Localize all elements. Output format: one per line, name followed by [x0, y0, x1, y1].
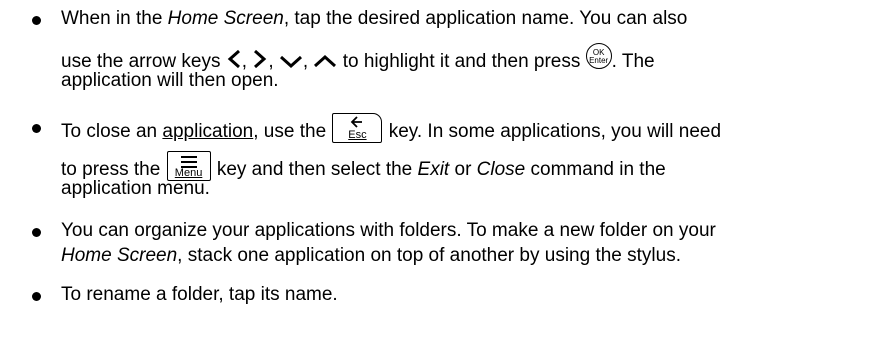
separator: ,	[241, 51, 248, 72]
text-line: When in the Home Screen, tap the desired…	[61, 8, 687, 30]
arrow-up-key-icon	[314, 54, 337, 68]
separator: ,	[302, 51, 309, 72]
exit-command-term: Exit	[417, 159, 450, 180]
arrow-down-key-icon	[279, 55, 302, 69]
bullet-icon	[32, 124, 41, 133]
text-line: Home Screen, stack one application on to…	[61, 245, 681, 267]
text-line: application will then open.	[61, 70, 279, 92]
bullet-icon	[32, 16, 41, 25]
text: to press the	[61, 159, 166, 180]
text-line: To close an application, use the Esc key…	[61, 113, 721, 143]
home-screen-term: Home Screen	[61, 245, 178, 266]
text: to highlight it and then press	[337, 51, 586, 72]
text: , use the	[253, 121, 332, 142]
close-command-term: Close	[476, 159, 526, 180]
arrow-left-key-icon	[227, 49, 240, 69]
text: or	[449, 159, 477, 180]
arrow-right-key-icon	[254, 49, 267, 69]
home-screen-term: Home Screen	[167, 8, 284, 29]
text: To close an	[61, 121, 163, 142]
esc-key-icon: Esc	[332, 113, 383, 143]
text: application menu.	[61, 178, 210, 199]
text: , stack one application on top of anothe…	[177, 245, 681, 266]
text: command in the	[525, 159, 666, 180]
menu-key-icon: Menu	[166, 151, 211, 181]
text-line: You can organize your applications with …	[61, 220, 716, 242]
text: When in the	[61, 8, 168, 29]
text: You can organize your applications with …	[61, 220, 716, 241]
text: , tap the desired application name. You …	[283, 8, 688, 29]
text-line: to press the Menu key and then select th…	[61, 151, 666, 181]
text: application will then open.	[61, 70, 279, 91]
text-line: use the arrow keys , , , to highlight it…	[61, 43, 655, 73]
text: key and then select the	[211, 159, 418, 180]
text: To rename a folder, tap its name.	[61, 284, 338, 305]
text: . The	[611, 51, 655, 72]
bullet-icon	[32, 228, 41, 237]
application-word: application	[162, 121, 254, 142]
ok-enter-key-icon: OK Enter	[585, 43, 612, 69]
separator: ,	[268, 51, 274, 72]
text-line: To rename a folder, tap its name.	[61, 284, 338, 306]
bullet-icon	[32, 292, 41, 301]
text: use the arrow keys	[61, 51, 226, 72]
text: key. In some applications, you will need	[383, 121, 722, 142]
text-line: application menu.	[61, 178, 210, 200]
